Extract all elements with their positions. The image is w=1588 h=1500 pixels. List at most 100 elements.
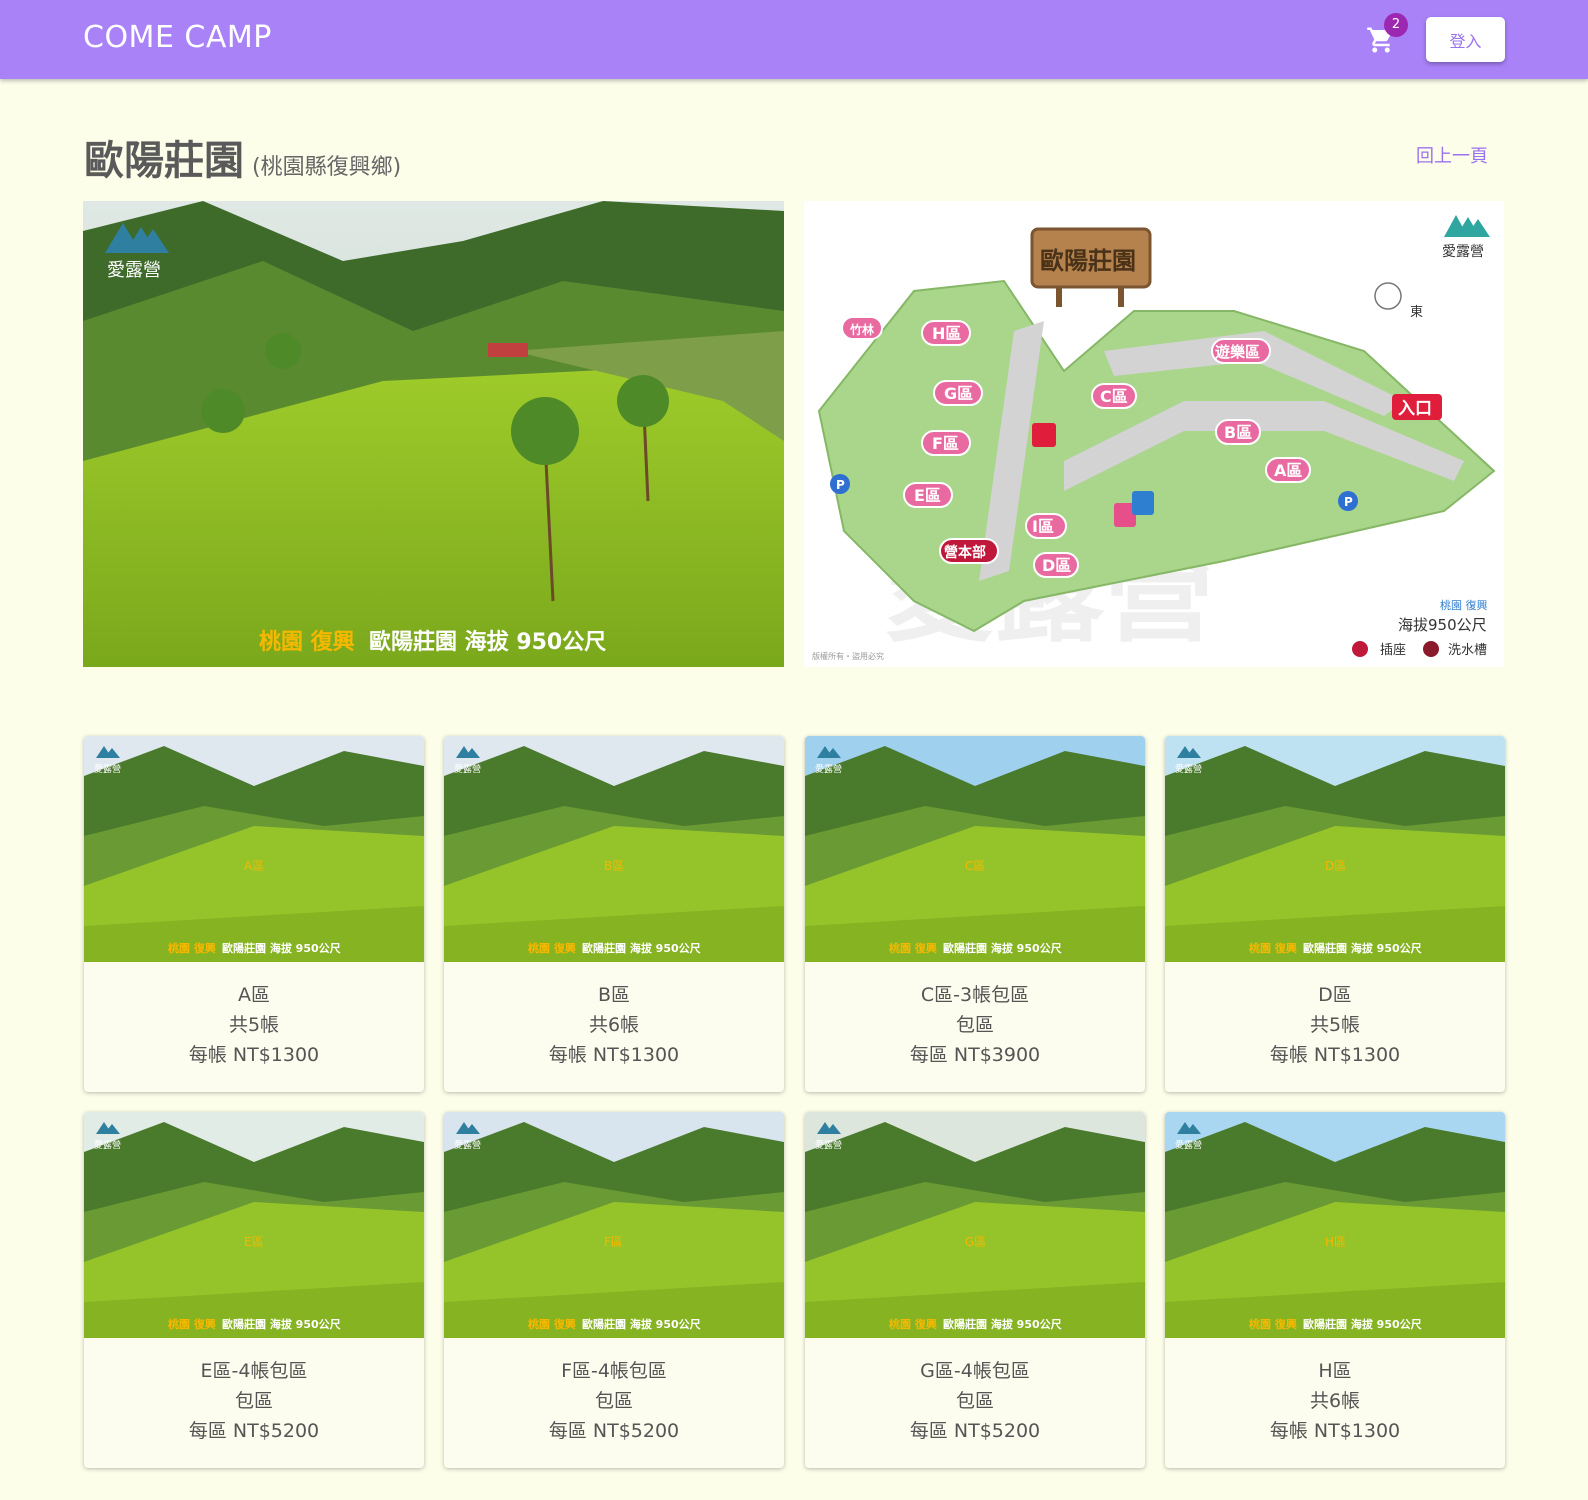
zone-info: A區共5帳每帳 NT$1300 [84, 980, 424, 1070]
map-outlet-label: 插座 [1380, 643, 1406, 658]
zone-photo-caption: 歐陽莊園 海拔 950公尺 [943, 1317, 1062, 1331]
zone-photo-caption-region: 桃園 復興 [528, 1317, 576, 1331]
zone-photo-watermark: 愛露營 [454, 1139, 481, 1151]
zone-card[interactable]: 愛露營 B區 桃園 復興 歐陽莊園 海拔 950公尺 B區 共6帳 每帳 NT$1300 [444, 736, 784, 1092]
zone-card[interactable]: 愛露營 H區 桃園 復興 歐陽莊園 海拔 950公尺 H區 共6帳 每帳 NT$1300 [1165, 1112, 1505, 1468]
zone-info: B區共6帳每帳 NT$1300 [444, 980, 784, 1070]
zone-photo-watermark: 愛露營 [815, 763, 842, 775]
map-copyright: 版權所有・盜用必究 [812, 651, 884, 661]
zone-detail: 共6帳 [1309, 1390, 1361, 1412]
zone-name: B區 [597, 984, 631, 1006]
zone-photo-watermark: 愛露營 [815, 1139, 842, 1151]
map-sink-label: 洗水槽 [1448, 643, 1487, 658]
zone-detail: 共5帳 [228, 1014, 280, 1036]
zone-card[interactable]: 愛露營 D區 桃園 復興 歐陽莊園 海拔 950公尺 D區 共5帳 每帳 NT$1300 [1165, 736, 1505, 1092]
map-zone-d: D區 [1042, 556, 1071, 575]
map-watermark: 愛露營 [1442, 244, 1484, 260]
zone-photo-watermark: 愛露營 [94, 763, 121, 775]
map-playground-label: 遊樂區 [1215, 343, 1260, 361]
zone-price: 每帳 NT$1300 [188, 1044, 320, 1066]
map-zone-a: A區 [1274, 461, 1302, 480]
zone-photo: 愛露營 G區桃園 復興 歐陽莊園 海拔 950公尺 [805, 1112, 1145, 1338]
zone-photo-caption-region: 桃園 復興 [889, 941, 937, 955]
back-link[interactable]: 回上一頁 [1416, 142, 1488, 168]
campsite-map: 愛露營 歐陽莊園 H區 G區 F區 E區 I區 [804, 201, 1504, 667]
zone-photo-watermark: 愛露營 [1175, 763, 1202, 775]
zone-price: 每帳 NT$1300 [548, 1044, 680, 1066]
zone-info: F區-4帳包區 包區每區 NT$5200 [444, 1356, 784, 1446]
zone-info: H區共6帳每帳 NT$1300 [1165, 1356, 1505, 1446]
page-title: 歐陽莊園 (桃園縣復興鄉) [84, 128, 401, 186]
zone-photo-watermark: 愛露營 [1175, 1139, 1202, 1151]
map-zone-g: G區 [944, 384, 973, 403]
zone-photo-caption-region: 桃園 復興 [528, 941, 576, 955]
zone-name: E區-4帳包區 [200, 1360, 308, 1382]
zone-card[interactable]: 愛露營 G區桃園 復興 歐陽莊園 海拔 950公尺 G區-4帳包區 包區每區 NT$52… [805, 1112, 1145, 1468]
zone-photo: 愛露營 H區桃園 復興 歐陽莊園 海拔 950公尺 [1165, 1112, 1505, 1338]
top-nav-bar: COME CAMP 2 登入 [0, 0, 1588, 79]
zone-card[interactable]: 愛露營 E區 桃園 復興 歐陽莊園 海拔 950公尺 E區-4帳包區 包區 每區 NT$52… [84, 1112, 424, 1468]
zone-photo-caption: 歐陽莊園 海拔 950公尺 [582, 1317, 701, 1331]
hero-photo: 愛露營 桃園 復興 歐陽莊園 海拔 950公尺 [83, 201, 784, 667]
map-sign: 歐陽莊園 [1040, 247, 1136, 275]
map-zone-c: C區 [1100, 387, 1128, 406]
zone-photo-caption-region: 桃園 復興 [1249, 1317, 1297, 1331]
map-region-label: 桃園 復興 [1440, 598, 1488, 612]
zone-photo-label: A區 [244, 859, 264, 873]
zone-photo-label: H區 [1325, 1235, 1346, 1249]
map-altitude-label: 海拔950公尺 [1398, 616, 1487, 634]
zone-card[interactable]: 愛露營 A區 桃園 復興 歐陽莊園 海拔 950公尺 A區 共5帳 每帳 NT$1300 [84, 736, 424, 1092]
zone-detail: 共5帳 [1309, 1014, 1361, 1036]
hero-photo-caption: 歐陽莊園 海拔 950公尺 [369, 629, 606, 655]
zone-name: A區 [238, 984, 270, 1006]
zone-photo-caption: 歐陽莊園 海拔 950公尺 [1303, 941, 1422, 955]
zone-name: G區-4帳包區 [920, 1360, 1030, 1382]
campsite-location: (桃園縣復興鄉) [252, 155, 402, 180]
zone-price: 每帳 NT$1300 [1269, 1420, 1401, 1442]
campsite-name: 歐陽莊園 [84, 138, 244, 184]
zone-price: 每帳 NT$1300 [1269, 1044, 1401, 1066]
zone-name: C區-3帳包區 [920, 984, 1030, 1006]
zone-photo-caption-region: 桃園 復興 [889, 1317, 937, 1331]
zone-photo-watermark: 愛露營 [454, 763, 481, 775]
zone-photo-label: G區 [965, 1235, 986, 1249]
zone-name: F區-4帳包區 [561, 1360, 667, 1382]
zone-photo: 愛露營 B區桃園 復興 歐陽莊園 海拔 950公尺 [444, 736, 784, 962]
zone-card[interactable]: 愛露營 F區 桃園 復興 歐陽莊園 海拔 950公尺 F區-4帳包區 包區每區 NT$52… [444, 1112, 784, 1468]
svg-text:P: P [836, 478, 845, 492]
map-east-label: 東 [1410, 304, 1423, 320]
zone-name: H區 [1318, 1360, 1352, 1382]
zone-price: 每區 NT$5200 [909, 1420, 1041, 1442]
zone-photo-caption-region: 桃園 復興 [168, 1317, 216, 1331]
map-zone-b: B區 [1224, 423, 1252, 442]
brand-logo[interactable]: COME CAMP [83, 20, 272, 55]
zone-photo: 愛露營 A區桃園 復興 歐陽莊園 海拔 950公尺 [84, 736, 424, 962]
zone-card[interactable]: 愛露營 C區 桃園 復興 歐陽莊園 海拔 950公尺 C區-3帳包區 包區 每區 NT$39… [805, 736, 1145, 1092]
zone-photo-caption: 歐陽莊園 海拔 950公尺 [1303, 1317, 1422, 1331]
map-zone-f: F區 [932, 434, 959, 453]
zone-photo: 愛露營 F區桃園 復興 歐陽莊園 海拔 950公尺 [444, 1112, 784, 1338]
zone-photo-caption: 歐陽莊園 海拔 950公尺 [222, 1317, 341, 1331]
zone-detail: 包區 [955, 1390, 994, 1412]
map-hq-label: 營本部 [944, 544, 986, 561]
zone-photo-caption: 歐陽莊園 海拔 950公尺 [943, 941, 1062, 955]
cart-count-badge: 2 [1384, 13, 1408, 37]
login-button[interactable]: 登入 [1426, 17, 1505, 62]
hero-photo-watermark: 愛露營 [107, 260, 161, 281]
zone-detail: 包區 [955, 1014, 994, 1036]
zone-name: D區 [1318, 984, 1352, 1006]
zone-price: 每區 NT$5200 [188, 1420, 320, 1442]
map-bamboo-label: 竹林 [849, 322, 874, 337]
zone-price: 每區 NT$3900 [909, 1044, 1041, 1066]
zone-photo-caption-region: 桃園 復興 [168, 941, 216, 955]
zone-detail: 包區 [594, 1390, 633, 1412]
zone-price: 每區 NT$5200 [548, 1420, 680, 1442]
map-zone-i: I區 [1032, 517, 1054, 536]
zone-info: C區-3帳包區 包區每區 NT$3900 [805, 980, 1145, 1070]
zone-info: G區-4帳包區 包區每區 NT$5200 [805, 1356, 1145, 1446]
zone-photo-caption: 歐陽莊園 海拔 950公尺 [582, 941, 701, 955]
zone-detail: 共6帳 [588, 1014, 640, 1036]
zone-photo-caption: 歐陽莊園 海拔 950公尺 [222, 941, 341, 955]
zone-detail: 包區 [234, 1390, 273, 1412]
zone-photo-label: B區 [604, 859, 624, 873]
